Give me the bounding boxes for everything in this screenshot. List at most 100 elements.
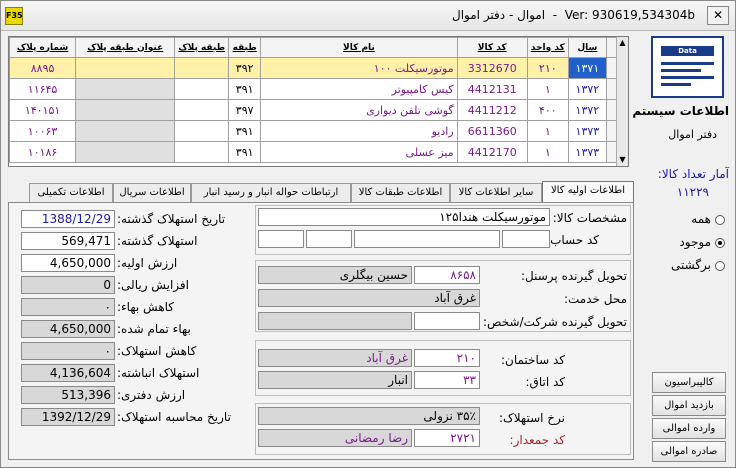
cell-plate-floor[interactable] xyxy=(174,78,230,100)
cell-year[interactable]: ۱۳۷۳ xyxy=(567,141,607,163)
grid-scrollbar[interactable]: ▲ ▼ xyxy=(616,37,628,166)
cell-plate-no[interactable]: ۱۰۱۸۶ xyxy=(9,141,77,163)
cell-name[interactable]: موتورسیکلت ۱۰۰ xyxy=(260,57,458,79)
receiver-code-field[interactable]: ۸۶۵۸ xyxy=(414,266,480,284)
tab-floor-info[interactable]: اطلاعات طبقات کالا xyxy=(351,183,450,202)
header-floor[interactable]: طبقه xyxy=(228,37,262,58)
header-plate-floor[interactable]: طبقه پلاک xyxy=(174,37,230,58)
version-text: Ver: 930619,534304b xyxy=(564,8,695,22)
tab-basic-info[interactable]: اطلاعات اولیه کالا xyxy=(542,181,634,203)
account-field-2[interactable] xyxy=(306,230,352,248)
accumulated-dep-label: استهلاک انباشته: xyxy=(117,366,200,380)
tab-warehouse-links[interactable]: ارتباطات حواله انبار و رسید انبار xyxy=(191,183,351,202)
cell-plate-title[interactable] xyxy=(75,120,176,142)
table-row[interactable]: ۱۰۱۸۶ ۳۹۱ میز عسلی 4412170 ۱ ۱۳۷۳ xyxy=(9,141,622,163)
collector-name-field: رضا رمضانی xyxy=(258,429,412,447)
account-field-3[interactable] xyxy=(354,230,500,248)
asset-inspection-button[interactable]: بازدید اموال xyxy=(652,395,726,416)
cell-name[interactable]: رادیو xyxy=(260,120,458,142)
scroll-up-icon[interactable]: ▲ xyxy=(617,37,628,49)
table-header-row: شماره پلاک عنوان طبقه پلاک طبقه پلاک طبق… xyxy=(9,37,622,58)
cell-code[interactable]: 6611360 xyxy=(456,120,528,142)
cell-floor[interactable]: ۳۹۱ xyxy=(228,141,262,163)
cell-plate-floor[interactable] xyxy=(174,57,230,79)
cell-unit[interactable]: ۱ xyxy=(526,141,569,163)
account-field-4[interactable] xyxy=(502,230,550,248)
account-field-1[interactable] xyxy=(258,230,304,248)
header-plate-title[interactable]: عنوان طبقه پلاک xyxy=(75,37,176,58)
cell-year[interactable]: ۱۳۷۳ xyxy=(567,120,607,142)
room-code-field[interactable]: ۳۳ xyxy=(414,371,480,389)
cell-plate-floor[interactable] xyxy=(174,120,230,142)
header-plate-no[interactable]: شماره پلاک xyxy=(9,37,77,58)
cell-plate-no[interactable]: ۱۱۶۴۵ xyxy=(9,78,77,100)
header-year[interactable]: سال xyxy=(567,37,607,58)
cell-year[interactable]: ۱۳۷۲ xyxy=(567,99,607,121)
initial-value-field[interactable]: 4,650,000 xyxy=(21,254,115,272)
dep-decrease-field: ۰ xyxy=(21,342,115,360)
tab-other-info[interactable]: سایر اطلاعات کالا xyxy=(450,183,542,202)
rial-increase-label: افزایش ریالی: xyxy=(117,278,189,292)
cell-year[interactable]: ۱۳۷۲ xyxy=(567,78,607,100)
cell-code[interactable]: 4412131 xyxy=(456,78,528,100)
header-unit[interactable]: کد واحد xyxy=(526,37,569,58)
cell-plate-floor[interactable] xyxy=(174,99,230,121)
cell-name[interactable]: میز عسلی xyxy=(260,141,458,163)
building-code-field[interactable]: ۲۱۰ xyxy=(414,349,480,367)
data-logo-icon: Data xyxy=(651,36,724,98)
cell-code[interactable]: 4412170 xyxy=(456,141,528,163)
radio-returned[interactable] xyxy=(715,261,725,271)
radio-all[interactable] xyxy=(715,215,725,225)
cell-floor[interactable]: ۳۹۲ xyxy=(228,57,262,79)
scroll-down-icon[interactable]: ▼ xyxy=(617,154,628,166)
cell-floor[interactable]: ۳۹۷ xyxy=(228,99,262,121)
tab-extra-info[interactable]: اطلاعات تکمیلی xyxy=(29,183,113,202)
cell-plate-floor[interactable] xyxy=(174,141,230,163)
cell-unit[interactable]: ۱ xyxy=(526,78,569,100)
company-code-field[interactable] xyxy=(414,312,480,330)
table-row[interactable]: ۸۸۹۵ ۳۹۲ موتورسیکلت ۱۰۰ 3312670 ۲۱۰ ۱۳۷۱ xyxy=(9,57,622,79)
close-button[interactable]: ✕ xyxy=(707,6,729,25)
cell-code[interactable]: 3312670 xyxy=(456,57,528,79)
cell-plate-title[interactable] xyxy=(75,141,176,163)
cell-plate-title[interactable] xyxy=(75,99,176,121)
window-title: اموال - دفتر اموال - Ver: 930619,534304b xyxy=(451,8,695,22)
radio-available[interactable] xyxy=(715,238,725,248)
incoming-assets-button[interactable]: وارده اموالی xyxy=(652,418,726,439)
cell-unit[interactable]: ۲۱۰ xyxy=(526,57,569,79)
cell-plate-no[interactable]: ۱۴۰۱۵۱ xyxy=(9,99,77,121)
tab-serial-info[interactable]: اطلاعات سریال xyxy=(113,183,191,202)
header-code[interactable]: کد کالا xyxy=(456,37,528,58)
table-row[interactable]: ۱۱۶۴۵ ۳۹۱ کیس کامپیوتر 4412131 ۱ ۱۳۷۲ xyxy=(9,78,622,100)
past-dep-date-field[interactable]: 1388/12/29 xyxy=(21,210,115,228)
collector-code-field[interactable]: ۲۷۲۱ xyxy=(414,429,480,447)
cell-plate-title[interactable] xyxy=(75,57,176,79)
cell-code[interactable]: 4411212 xyxy=(456,99,528,121)
final-cost-field: 4,650,000 xyxy=(21,320,115,338)
cell-year[interactable]: ۱۳۷۱ xyxy=(567,57,607,79)
calibration-button[interactable]: کالیبراسیون xyxy=(652,372,726,393)
cell-plate-title[interactable] xyxy=(75,78,176,100)
cell-floor[interactable]: ۳۹۱ xyxy=(228,120,262,142)
company-label: تحویل گیرنده شرکت/شخص: xyxy=(483,315,627,329)
cell-unit[interactable]: ۱ xyxy=(526,120,569,142)
collector-label: کد جمعدار: xyxy=(509,433,565,447)
cell-name[interactable]: گوشی تلفن دیواری xyxy=(260,99,458,121)
table-row[interactable]: ۱۴۰۱۵۱ ۳۹۷ گوشی تلفن دیواری 4411212 ۴۰۰ ۱۳۷۲ xyxy=(9,99,622,121)
header-name[interactable]: نام کالا xyxy=(260,37,458,58)
cell-name[interactable]: کیس کامپیوتر xyxy=(260,78,458,100)
spec-field[interactable]: موتورسیکلت هندا۱۲۵ xyxy=(258,208,550,226)
system-info-label: اطلاعات سیستم xyxy=(632,104,729,118)
past-depreciation-field[interactable]: 569,471 xyxy=(21,232,115,250)
spec-label: مشخصات کالا: xyxy=(552,211,627,225)
dep-calc-date-field: 1392/12/29 xyxy=(21,408,115,426)
cell-plate-no[interactable]: ۱۰۰۶۳ xyxy=(9,120,77,142)
logo-line-1 xyxy=(661,62,714,65)
assets-grid[interactable]: شماره پلاک عنوان طبقه پلاک طبقه پلاک طبق… xyxy=(8,36,629,167)
cell-plate-no[interactable]: ۸۸۹۵ xyxy=(9,57,77,79)
table-row[interactable]: ۱۰۰۶۳ ۳۹۱ رادیو 6611360 ۱ ۱۳۷۳ xyxy=(9,120,622,142)
outgoing-assets-button[interactable]: صادره اموالی xyxy=(652,441,726,462)
past-depreciation-label: استهلاک گذشته: xyxy=(117,234,198,248)
cell-floor[interactable]: ۳۹۱ xyxy=(228,78,262,100)
cell-unit[interactable]: ۴۰۰ xyxy=(526,99,569,121)
